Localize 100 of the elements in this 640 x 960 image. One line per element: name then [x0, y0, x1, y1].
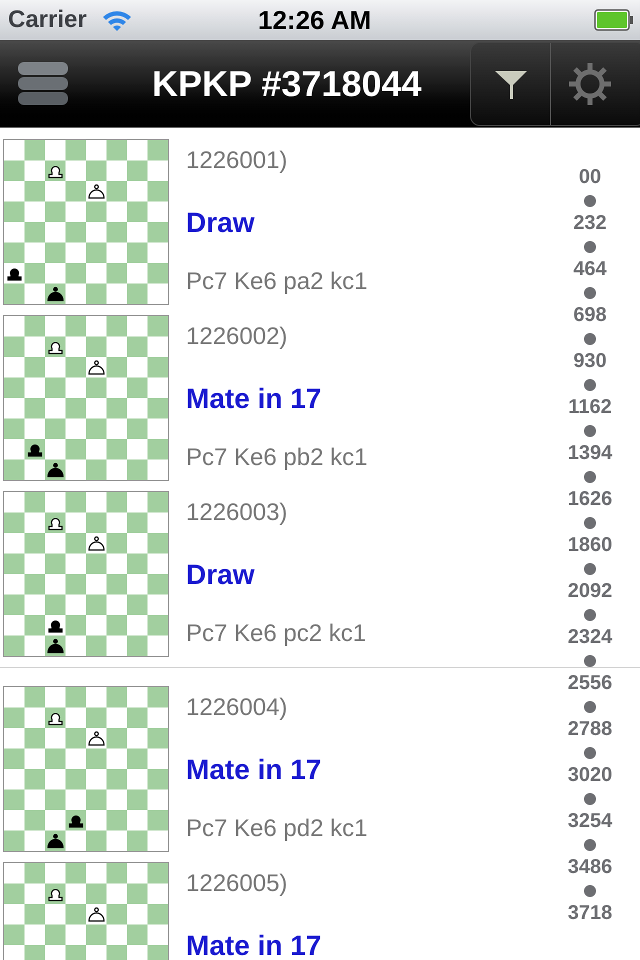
board-square — [127, 554, 148, 574]
position-number: 1226001) — [186, 146, 288, 176]
board-square — [86, 378, 106, 398]
result-label: Mate in 17 — [186, 382, 322, 416]
board-square — [106, 863, 127, 884]
index-label[interactable]: 2092 — [568, 580, 612, 603]
board-square — [4, 790, 24, 810]
index-label[interactable]: 3020 — [568, 764, 612, 787]
board-square — [148, 181, 168, 202]
board-square — [24, 316, 45, 336]
board-square — [45, 202, 66, 222]
chess-board[interactable] — [3, 315, 169, 481]
board-square — [24, 769, 45, 790]
board-square — [127, 708, 148, 728]
chess-board[interactable] — [3, 686, 169, 852]
board-square — [4, 594, 24, 615]
board-square — [24, 398, 45, 418]
index-label[interactable]: 1162 — [568, 396, 612, 419]
board-square — [66, 398, 86, 418]
board-square — [4, 460, 24, 480]
index-label[interactable]: 3486 — [568, 856, 612, 879]
index-label[interactable]: 1626 — [568, 488, 612, 511]
board-square — [66, 728, 86, 748]
board-square — [127, 284, 148, 304]
board-square — [86, 830, 106, 851]
board-square — [86, 884, 106, 904]
board-square — [148, 769, 168, 790]
board-square — [148, 357, 168, 378]
board-square — [86, 636, 106, 656]
board-square — [106, 181, 127, 202]
filter-icon — [494, 69, 526, 99]
board-square — [24, 181, 45, 202]
index-label[interactable]: 464 — [573, 258, 607, 281]
position-text: Pc7 Ke6 pa2 kc1 — [186, 267, 368, 297]
board-square — [45, 378, 66, 398]
index-label[interactable]: 1860 — [568, 534, 612, 557]
chess-board[interactable] — [3, 491, 169, 657]
result-label: Mate in 17 — [186, 929, 322, 960]
board-square — [66, 181, 86, 202]
board-square — [127, 202, 148, 222]
board-square — [148, 492, 168, 512]
board-square — [127, 884, 148, 904]
board-square — [66, 222, 86, 242]
index-label[interactable]: 2788 — [568, 718, 612, 741]
board-square — [148, 140, 168, 160]
index-label[interactable]: 232 — [573, 212, 607, 235]
board-square — [45, 594, 66, 615]
board-square — [4, 378, 24, 398]
board-square — [66, 263, 86, 284]
board-square — [148, 533, 168, 554]
index-label[interactable]: 3718 — [568, 902, 612, 925]
board-square — [106, 904, 127, 924]
board-square — [24, 574, 45, 594]
result-label: Draw — [186, 558, 256, 592]
index-label[interactable]: 2324 — [568, 626, 612, 649]
index-label[interactable]: 3254 — [568, 810, 612, 833]
index-label[interactable]: 698 — [573, 304, 607, 327]
board-square — [24, 533, 45, 554]
board-square — [24, 687, 45, 708]
board-square — [148, 316, 168, 336]
board-square — [148, 574, 168, 594]
index-label[interactable]: 00 — [578, 166, 602, 189]
board-square — [24, 904, 45, 924]
board-square — [106, 492, 127, 512]
board-square — [127, 242, 148, 263]
battery-icon — [594, 9, 634, 31]
board-square — [148, 263, 168, 284]
board-square — [127, 336, 148, 357]
board-square — [24, 728, 45, 748]
index-label[interactable]: 2556 — [568, 672, 612, 695]
board-square — [66, 439, 86, 460]
board-square — [4, 830, 24, 851]
board-square — [86, 924, 106, 945]
board-square — [127, 594, 148, 615]
index-label[interactable]: 930 — [573, 350, 607, 373]
settings-icon — [567, 61, 613, 107]
board-square — [24, 615, 45, 636]
board-square — [86, 418, 106, 439]
clock-label: 12:26 AM — [258, 4, 372, 36]
board-square — [24, 863, 45, 884]
board-square — [4, 336, 24, 357]
board-square — [66, 687, 86, 708]
board-square — [4, 202, 24, 222]
board-square — [148, 687, 168, 708]
database-icon[interactable] — [18, 60, 68, 108]
board-square — [106, 263, 127, 284]
board-square — [106, 810, 127, 830]
index-label[interactable]: 1394 — [568, 442, 612, 465]
board-square — [66, 140, 86, 160]
board-square — [24, 810, 45, 830]
board-square — [127, 160, 148, 181]
board-square — [4, 284, 24, 304]
board-square — [106, 140, 127, 160]
board-square — [66, 492, 86, 512]
board-square — [24, 492, 45, 512]
board-square — [86, 160, 106, 181]
position-number: 1226004) — [186, 693, 288, 723]
board-square — [4, 554, 24, 574]
board-square — [148, 615, 168, 636]
chess-board[interactable] — [3, 139, 169, 305]
